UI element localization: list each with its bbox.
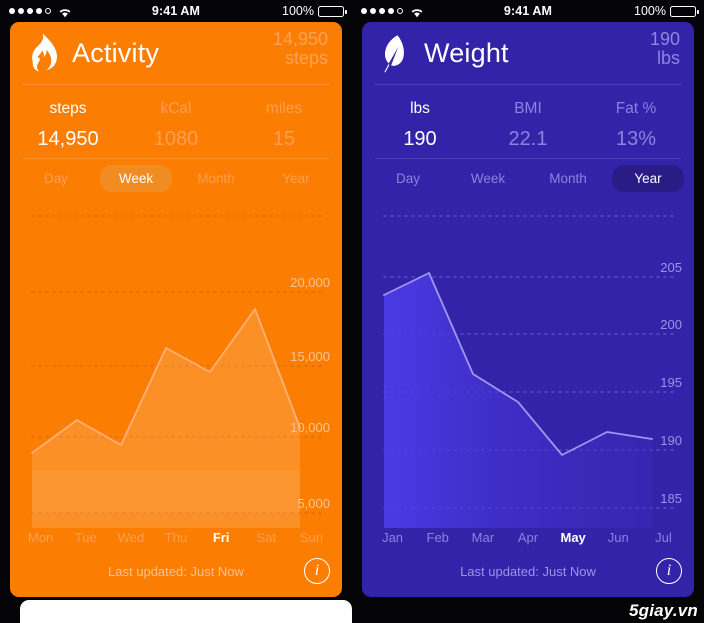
weight-header-metric: 190 lbs [649, 29, 680, 69]
stat-fat-percent-label: Fat % [615, 100, 657, 117]
activity-range-tabs: Day Week Month Year [10, 159, 342, 193]
weight-last-updated: Last updated: Just Now [460, 564, 596, 580]
xlabel-tue[interactable]: Tue [63, 530, 108, 545]
activity-card: Activity 14,950 steps steps 14,950 kCal … [10, 22, 342, 597]
weight-chart[interactable]: 205 200 195 190 185 Mac [362, 198, 694, 529]
tab-year[interactable]: Year [612, 165, 684, 193]
activity-ytick-10000: 10,000 [290, 420, 330, 436]
weight-ytick-200: 200 [660, 317, 682, 333]
next-card-peek-left[interactable] [20, 600, 352, 623]
tab-week[interactable]: Week [452, 165, 524, 192]
tab-month[interactable]: Month [180, 165, 252, 192]
weight-card: Weight 190 lbs lbs 190 BMI 22.1 Fat % 13… [362, 22, 694, 597]
xlabel-apr[interactable]: Apr [505, 530, 550, 545]
xlabel-jan[interactable]: Jan [370, 530, 415, 545]
xlabel-thu[interactable]: Thu [153, 530, 198, 545]
weight-ytick-195: 195 [660, 375, 682, 391]
weight-card-footer: Last updated: Just Now i [362, 558, 694, 597]
stat-fat-percent[interactable]: Fat % 13% [582, 97, 690, 158]
activity-xaxis: Mon Tue Wed Thu Fri Sat Sun [10, 530, 342, 545]
stat-lbs-value: 190 [403, 128, 437, 151]
weight-xaxis: Jan Feb Mar Apr May Jun Jul [362, 530, 694, 545]
stat-kcal-label: kCal [160, 100, 192, 117]
activity-ytick-15000: 15,000 [290, 349, 330, 365]
weight-ytick-185: 185 [660, 491, 682, 507]
battery-percent-label: 100% [634, 4, 666, 18]
screenshot-root: 9:41 AM 100% Activity 14,950 steps steps… [0, 0, 704, 623]
weight-header-value: 190 [649, 29, 680, 49]
phone-panel-weight: 9:41 AM 100% Weight 190 lbs lbs 190 BMI … [352, 0, 704, 623]
tab-month[interactable]: Month [532, 165, 604, 192]
activity-last-updated: Last updated: Just Now [108, 564, 244, 580]
activity-header-unit: steps [284, 48, 328, 69]
weight-range-tabs: Day Week Month Year [362, 159, 694, 193]
stat-kcal-value: 1080 [153, 128, 199, 151]
phone-panel-activity: 9:41 AM 100% Activity 14,950 steps steps… [0, 0, 352, 623]
info-icon[interactable]: i [656, 558, 682, 585]
stat-steps-value: 14,950 [37, 128, 99, 151]
battery-percent-label: 100% [282, 4, 314, 18]
xlabel-wed[interactable]: Wed [108, 530, 153, 545]
activity-stats-row: steps 14,950 kCal 1080 miles 15 [10, 85, 342, 158]
activity-card-footer: Last updated: Just Now i [10, 558, 342, 597]
xlabel-feb[interactable]: Feb [415, 530, 460, 545]
status-bar-left: 9:41 AM 100% [0, 0, 352, 22]
weight-card-header: Weight 190 lbs [362, 22, 694, 84]
info-icon[interactable]: i [304, 558, 330, 585]
tab-week[interactable]: Week [100, 165, 172, 193]
stat-miles[interactable]: miles 15 [230, 97, 338, 158]
weight-chart-svg [383, 215, 675, 529]
stat-bmi[interactable]: BMI 22.1 [474, 97, 582, 158]
weight-header-unit: lbs [656, 48, 680, 69]
xlabel-may[interactable]: May [551, 530, 596, 545]
stat-fat-percent-value: 13% [615, 128, 657, 151]
feather-icon [376, 32, 410, 74]
weight-ytick-190: 190 [660, 433, 682, 449]
activity-ytick-5000: 5,000 [297, 496, 330, 512]
activity-header-metric: 14,950 steps [272, 29, 328, 69]
stat-miles-value: 15 [272, 128, 296, 151]
battery-full-icon [670, 5, 699, 17]
weight-ytick-205: 205 [660, 260, 682, 276]
weight-stats-row: lbs 190 BMI 22.1 Fat % 13% [362, 85, 694, 158]
watermark-site: 5giay.vn [628, 601, 698, 620]
stat-miles-label: miles [265, 100, 303, 117]
activity-chart[interactable]: 20,000 15,000 10,000 5,000 9Tⓘ [10, 198, 342, 529]
status-battery-group: 100% [634, 4, 699, 18]
flame-icon [24, 32, 58, 74]
stat-kcal[interactable]: kCal 1080 [122, 97, 230, 158]
xlabel-sat[interactable]: Sat [244, 530, 289, 545]
xlabel-jun[interactable]: Jun [596, 530, 641, 545]
tab-year[interactable]: Year [260, 165, 332, 192]
status-bar-right: 9:41 AM 100% [352, 0, 704, 22]
activity-header-value: 14,950 [272, 29, 328, 49]
weight-title: Weight [424, 37, 509, 68]
stat-lbs[interactable]: lbs 190 [366, 97, 474, 158]
tab-day[interactable]: Day [20, 165, 92, 192]
xlabel-fri[interactable]: Fri [199, 530, 244, 545]
activity-title: Activity [72, 37, 160, 68]
stat-bmi-label: BMI [514, 100, 542, 117]
status-battery-group: 100% [282, 4, 347, 18]
xlabel-mar[interactable]: Mar [460, 530, 505, 545]
battery-full-icon [318, 5, 347, 17]
stat-lbs-label: lbs [410, 100, 430, 117]
tab-day[interactable]: Day [372, 165, 444, 192]
stat-bmi-value: 22.1 [508, 128, 548, 151]
xlabel-sun[interactable]: Sun [289, 530, 334, 545]
activity-card-header: Activity 14,950 steps [10, 22, 342, 84]
xlabel-mon[interactable]: Mon [18, 530, 63, 545]
xlabel-jul[interactable]: Jul [641, 530, 686, 545]
stat-steps[interactable]: steps 14,950 [14, 97, 122, 158]
activity-ytick-20000: 20,000 [290, 275, 330, 291]
stat-steps-label: steps [49, 100, 87, 117]
